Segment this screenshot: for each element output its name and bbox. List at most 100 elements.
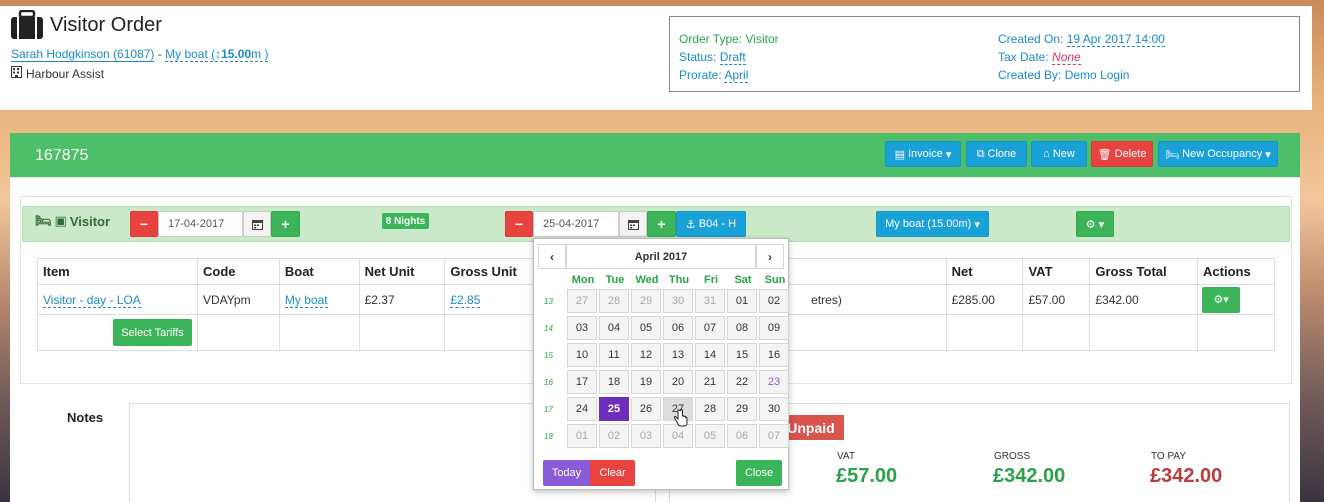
calendar-day[interactable]: 14 <box>695 343 725 367</box>
order-info-left: Order Type: Visitor Status: Draft Prorat… <box>679 30 779 84</box>
week-number: 17 <box>544 405 553 414</box>
start-date-minus-button[interactable]: − <box>130 211 158 237</box>
today-button[interactable]: Today <box>543 460 590 486</box>
boat-length: 15.00 <box>221 47 252 61</box>
invoice-button[interactable]: ▤ Invoice ▾ <box>885 141 961 167</box>
calendar-day[interactable]: 02 <box>599 424 629 448</box>
status-value-link[interactable]: Draft <box>719 50 746 65</box>
calendar-day[interactable]: 18 <box>599 370 629 394</box>
calendar-day[interactable]: 08 <box>727 316 757 340</box>
boat-select-label: My boat (15.00m) <box>885 218 972 230</box>
calendar-day[interactable]: 13 <box>663 343 693 367</box>
calendar-day[interactable]: 28 <box>599 289 629 313</box>
calendar-day[interactable]: 22 <box>727 370 757 394</box>
calendar-day[interactable]: 21 <box>695 370 725 394</box>
calendar-icon[interactable] <box>619 211 647 237</box>
delete-button[interactable]: 🗑 Delete <box>1091 141 1153 167</box>
calendar-day[interactable]: 09 <box>759 316 789 340</box>
chevron-left-icon: ‹ <box>550 249 554 264</box>
calendar-day[interactable]: 26 <box>631 397 661 421</box>
start-date-input[interactable]: 17-04-2017 <box>158 211 243 237</box>
prev-month-button[interactable]: ‹ <box>538 244 566 269</box>
select-tariffs-button[interactable]: Select Tariffs <box>113 319 192 346</box>
code-cell: VDAYpm <box>197 284 280 315</box>
calendar-day[interactable]: 29 <box>727 397 757 421</box>
calendar-day[interactable]: 30 <box>759 397 789 421</box>
calendar-icon[interactable] <box>243 211 271 237</box>
created-on-label: Created On: <box>998 32 1064 46</box>
calendar-day[interactable]: 04 <box>599 316 629 340</box>
datepicker-popup: ‹ April 2017 › Mon Tue Wed Thu Fri Sat Sun 13 2… <box>533 238 789 490</box>
calendar-day[interactable]: 10 <box>567 343 597 367</box>
minus-icon: − <box>514 216 524 232</box>
prorate-value-link[interactable]: April <box>724 68 749 83</box>
notes-label: Notes <box>67 410 104 425</box>
calendar-day[interactable]: 23 <box>759 370 789 394</box>
calendar-day[interactable]: 31 <box>695 289 725 313</box>
gross-total-value: £342.00 <box>993 465 1066 487</box>
weekday-label: Fri <box>703 274 719 286</box>
gross-unit-link[interactable]: £2.85 <box>450 292 481 308</box>
calendar-day[interactable]: 30 <box>663 289 693 313</box>
boat-cell-link[interactable]: My boat <box>284 292 328 308</box>
calendar-day[interactable]: 03 <box>631 424 661 448</box>
caret-down-icon: ▾ <box>1265 148 1271 161</box>
net-cell: £285.00 <box>945 284 1024 315</box>
close-button[interactable]: Close <box>736 460 782 486</box>
delete-label: Delete <box>1114 148 1147 160</box>
end-date-plus-button[interactable]: + <box>647 211 676 237</box>
caret-down-icon: ▾ <box>1223 294 1229 306</box>
calendar-day[interactable]: 24 <box>567 397 597 421</box>
clear-button[interactable]: Clear <box>590 460 635 486</box>
created-on-link[interactable]: 19 Apr 2017 14:00 <box>1066 32 1165 47</box>
calendar-day[interactable]: 06 <box>727 424 757 448</box>
clone-button[interactable]: ⧉ Clone <box>966 141 1027 167</box>
calendar-day[interactable]: 01 <box>567 424 597 448</box>
end-date-input[interactable]: 25-04-2017 <box>533 211 619 237</box>
calendar-day[interactable]: 11 <box>599 343 629 367</box>
calendar-day[interactable]: 17 <box>567 370 597 394</box>
col-code: Code <box>197 258 280 285</box>
calendar-day[interactable]: 12 <box>631 343 661 367</box>
tax-date-link[interactable]: None <box>1052 50 1081 65</box>
item-link[interactable]: Visitor - day - LOA <box>43 292 141 308</box>
plus-icon: + <box>657 216 666 232</box>
visitor-settings-button[interactable]: ⚙ ▾ <box>1076 211 1114 237</box>
boat-link-prefix: My boat ( <box>165 47 216 61</box>
boat-link[interactable]: My boat (↕15.00m ) <box>165 47 269 62</box>
calendar-day[interactable]: 02 <box>759 289 789 313</box>
calendar-day[interactable]: 01 <box>727 289 757 313</box>
berth-button[interactable]: ⚓ B04 - H <box>676 211 746 237</box>
customer-link[interactable]: Sarah Hodgkinson (61087) <box>11 47 155 62</box>
print-icon: ▤ <box>894 148 905 161</box>
col-gross-unit: Gross Unit <box>444 258 536 285</box>
new-button[interactable]: ⌂ New <box>1031 141 1087 167</box>
bed-icon: 🛏 <box>1165 148 1180 161</box>
new-occupancy-button[interactable]: 🛏 New Occupancy ▾ <box>1158 141 1278 167</box>
start-date-plus-button[interactable]: + <box>271 211 300 237</box>
boat-select-button[interactable]: My boat (15.00m) ▾ <box>876 211 989 237</box>
end-date-minus-button[interactable]: − <box>505 211 533 237</box>
month-title[interactable]: April 2017 <box>566 244 756 269</box>
calendar-day[interactable]: 28 <box>695 397 725 421</box>
calendar-day[interactable]: 03 <box>567 316 597 340</box>
luggage-icon <box>10 9 44 40</box>
calendar-day[interactable]: 19 <box>631 370 661 394</box>
calendar-day[interactable]: 07 <box>759 424 789 448</box>
gear-icon: ⚙ <box>1213 294 1224 306</box>
calendar-day[interactable]: 16 <box>759 343 789 367</box>
calendar-day[interactable]: 06 <box>663 316 693 340</box>
row-actions-button[interactable]: ⚙ ▾ <box>1202 286 1241 313</box>
calendar-day[interactable]: 27 <box>567 289 597 313</box>
next-month-button[interactable]: › <box>756 244 784 269</box>
calendar-day[interactable]: 07 <box>695 316 725 340</box>
calendar-day[interactable]: 15 <box>727 343 757 367</box>
calendar-day[interactable]: 20 <box>663 370 693 394</box>
calendar-day[interactable]: 29 <box>631 289 661 313</box>
calendar-day[interactable]: 25 <box>599 397 629 421</box>
calendar-day[interactable]: 05 <box>631 316 661 340</box>
calendar-day[interactable]: 05 <box>695 424 725 448</box>
week-number: 18 <box>544 432 553 441</box>
vat-total-value: £57.00 <box>836 465 898 487</box>
col-net-unit: Net Unit <box>358 258 446 285</box>
